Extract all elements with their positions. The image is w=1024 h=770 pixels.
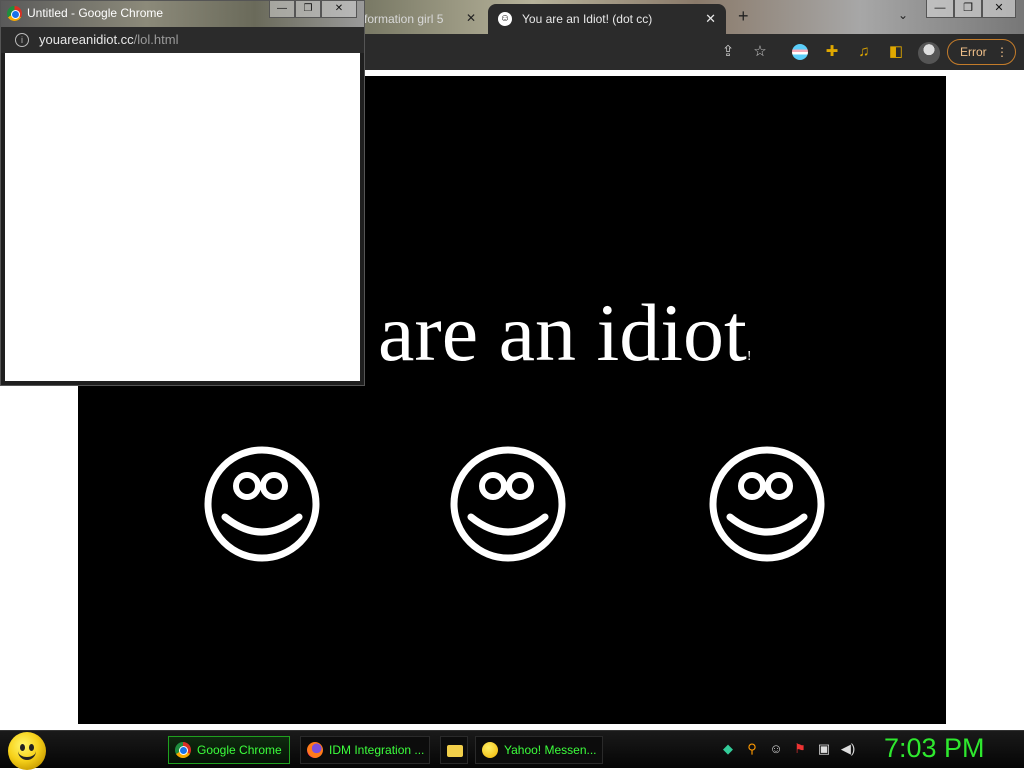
profile-avatar[interactable] [918, 42, 940, 64]
display-icon[interactable]: ▣ [816, 741, 832, 757]
popup-content [5, 53, 360, 381]
popup-maximize-button[interactable]: ❐ [295, 1, 321, 18]
smiley-face-icon [450, 446, 566, 562]
info-icon[interactable]: i [15, 33, 29, 47]
tab-label: formation girl 5 [364, 12, 444, 26]
new-tab-button[interactable]: + [738, 6, 749, 27]
volume-icon[interactable]: ◀) [840, 741, 856, 757]
tab-label: You are an Idiot! (dot cc) [522, 12, 653, 26]
tab-you-are-an-idiot[interactable]: ☺ You are an Idiot! (dot cc) ✕ [488, 4, 726, 34]
smiley-face-icon [709, 446, 825, 562]
close-window-button[interactable]: ✕ [982, 0, 1016, 18]
popup-close-button[interactable]: ✕ [321, 1, 357, 18]
messenger-icon[interactable]: ☺ [768, 741, 784, 757]
flag-icon[interactable]: ⚑ [792, 741, 808, 757]
taskbar: Google Chrome IDM Integration ... Yahoo!… [0, 730, 1024, 770]
search-icon[interactable]: ⚲ [744, 741, 760, 757]
headline-tail: ! [746, 349, 752, 364]
maximize-button[interactable]: ❐ [954, 0, 982, 18]
popup-window[interactable]: Untitled - Google Chrome — ❐ ✕ i youarea… [0, 0, 365, 386]
error-button[interactable]: Error ⋮ [947, 39, 1016, 65]
smiley-face-icon [204, 446, 320, 562]
clock[interactable]: 7:03 PM [884, 733, 985, 764]
close-tab-icon[interactable]: ✕ [705, 11, 716, 27]
popup-url: youareanidiot.cc/lol.html [39, 32, 178, 47]
taskbar-item-firefox[interactable]: IDM Integration ... [300, 736, 430, 764]
chrome-icon [175, 742, 191, 758]
star-icon[interactable]: ☆ [750, 42, 770, 62]
taskbar-item-yahoo-messenger[interactable]: Yahoo! Messen... [475, 736, 603, 764]
share-icon[interactable]: ⇪ [718, 42, 738, 62]
puzzle-icon[interactable]: ✚ [822, 42, 842, 62]
page-headline: are an idiot! [378, 287, 752, 378]
task-label: IDM Integration ... [329, 743, 425, 757]
popup-address-bar[interactable]: i youareanidiot.cc/lol.html [1, 27, 364, 53]
yahoo-icon [482, 742, 498, 758]
tab-search-icon[interactable]: ⌄ [898, 8, 908, 22]
close-tab-icon[interactable]: ✕ [466, 11, 476, 25]
firefox-icon [307, 742, 323, 758]
popup-minimize-button[interactable]: — [269, 1, 295, 18]
smiley-icon: ☺ [498, 12, 512, 26]
popup-title: Untitled - Google Chrome [27, 6, 164, 20]
tab-formation-girl[interactable]: formation girl 5 ✕ [362, 4, 482, 34]
minimize-button[interactable]: — [926, 0, 954, 18]
network-icon[interactable]: ◆ [720, 741, 736, 757]
url-host: youareanidiot.cc [39, 32, 134, 47]
yahoo-smiley-icon[interactable] [8, 732, 46, 770]
taskbar-item-folder[interactable] [440, 736, 468, 764]
extension-flag-icon[interactable] [790, 42, 810, 62]
chrome-icon [7, 6, 22, 21]
media-icon[interactable]: ♫ [854, 42, 874, 62]
taskbar-item-chrome[interactable]: Google Chrome [168, 736, 290, 764]
url-path: /lol.html [133, 32, 179, 47]
error-label: Error [960, 45, 987, 59]
side-panel-icon[interactable]: ◧ [886, 42, 906, 62]
menu-icon[interactable]: ⋮ [996, 40, 1008, 64]
popup-titlebar[interactable]: Untitled - Google Chrome — ❐ ✕ [1, 1, 364, 27]
task-label: Google Chrome [197, 743, 282, 757]
task-label: Yahoo! Messen... [504, 743, 597, 757]
folder-icon [447, 745, 463, 757]
